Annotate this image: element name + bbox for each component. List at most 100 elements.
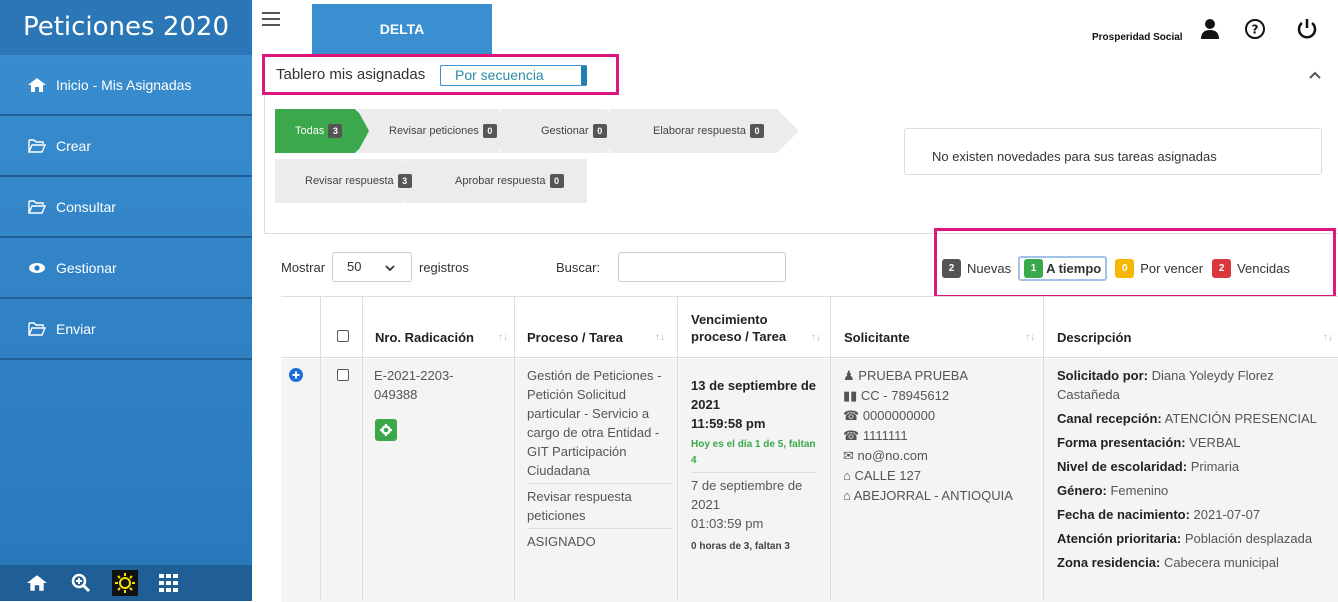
- solicitante-telefono: 0000000000: [862, 408, 936, 423]
- legend-vencidas[interactable]: Vencidas: [1237, 261, 1290, 276]
- sidebar-item-crear[interactable]: Crear: [0, 116, 252, 177]
- step-revisar-respuesta[interactable]: Revisar respuesta 3: [275, 159, 425, 203]
- user-icon[interactable]: [1199, 18, 1221, 40]
- badge-atiempo: 1: [1024, 259, 1044, 278]
- home-icon: ⌂: [843, 468, 855, 483]
- badge-vencidas: 2: [1212, 259, 1232, 278]
- cell-radicacion[interactable]: E-2021-2203-049388: [374, 366, 474, 404]
- header-solicitante[interactable]: Solicitante: [844, 330, 910, 345]
- records-label: registros: [419, 260, 469, 275]
- hamburger-menu-icon[interactable]: [262, 12, 280, 26]
- power-icon[interactable]: [1296, 18, 1318, 40]
- notifications-panel: No existen novedades para sus tareas asi…: [904, 128, 1322, 175]
- sidebar-item-inicio[interactable]: Inicio - Mis Asignadas: [0, 55, 252, 116]
- sidebar-item-label: Crear: [56, 137, 92, 154]
- sort-icon[interactable]: ↑↓: [655, 332, 665, 343]
- table-row: E-2021-2203-049388 Gestión de Peticiones…: [281, 359, 1338, 602]
- desc-value: Cabecera municipal: [1163, 555, 1279, 570]
- step-elaborar-respuesta[interactable]: Elaborar respuesta 0: [609, 109, 799, 153]
- step-count: 0: [593, 124, 607, 138]
- home-icon: [28, 77, 46, 92]
- solicitante-celular: 1111111: [862, 428, 908, 443]
- sun-icon[interactable]: [112, 570, 138, 596]
- step-label: Todas: [295, 125, 325, 137]
- sort-icon[interactable]: ↑↓: [811, 332, 821, 343]
- step-count: 3: [328, 124, 342, 138]
- page-size-select[interactable]: 50: [332, 252, 412, 282]
- legend-atiempo[interactable]: 1A tiempo: [1018, 256, 1108, 281]
- step-count: 0: [549, 174, 564, 188]
- top-bar: DELTA Prosperidad Social ?: [252, 0, 1338, 56]
- solicitante-nombre: PRUEBA PRUEBA: [858, 368, 969, 383]
- step-count: 0: [483, 124, 497, 138]
- phone-icon: ☎: [843, 428, 863, 443]
- step-label: Gestionar: [541, 125, 589, 137]
- legend-nuevas[interactable]: Nuevas: [967, 261, 1011, 276]
- sidebar-item-consultar[interactable]: Consultar: [0, 177, 252, 238]
- desc-key: Fecha de nacimiento:: [1057, 507, 1190, 522]
- sidebar-item-label: Inicio - Mis Asignadas: [56, 76, 192, 93]
- search-label: Buscar:: [556, 260, 601, 275]
- desc-key: Canal recepción:: [1057, 411, 1162, 426]
- venc-proceso-hora: 11:59:58 pm: [691, 416, 766, 431]
- table-header: Nro. Radicación ↑↓ Proceso / Tarea ↑↓ Ve…: [281, 297, 1338, 358]
- sidebar-item-label: Enviar: [56, 320, 96, 337]
- svg-text:?: ?: [1252, 23, 1259, 37]
- desc-key: Forma presentación:: [1057, 435, 1186, 450]
- sidebar: Peticiones 2020 Inicio - Mis Asignadas C…: [0, 0, 252, 601]
- desc-value: Femenino: [1110, 483, 1169, 498]
- badge-porvencer: 0: [1115, 259, 1135, 278]
- eye-icon: [29, 262, 45, 273]
- chevron-down-icon: [385, 265, 395, 272]
- desc-key: Atención prioritaria:: [1057, 531, 1182, 546]
- chevron-up-icon[interactable]: [1308, 68, 1322, 82]
- phone-icon: ☎: [843, 408, 863, 423]
- sort-icon[interactable]: ↑↓: [498, 332, 508, 343]
- sidebar-item-label: Gestionar: [56, 259, 117, 276]
- mode-toggle[interactable]: Por secuencia: [440, 65, 587, 86]
- assignments-table: Nro. Radicación ↑↓ Proceso / Tarea ↑↓ Ve…: [281, 296, 1338, 602]
- user-icon: ♟: [843, 368, 859, 383]
- desc-key: Solicitado por:: [1057, 368, 1148, 383]
- tab-delta[interactable]: DELTA: [312, 4, 492, 56]
- header-proceso[interactable]: Proceso / Tarea: [527, 330, 623, 345]
- header-descripcion[interactable]: Descripción: [1057, 330, 1131, 345]
- sort-icon[interactable]: ↑↓: [1323, 332, 1333, 343]
- desc-value: ATENCIÓN PRESENCIAL: [1164, 411, 1317, 426]
- venc-tarea-hora: 01:03:59 pm: [691, 516, 764, 531]
- step-aprobar-respuesta[interactable]: Aprobar respuesta 0: [405, 159, 587, 203]
- barcode-icon: ▮▮: [843, 388, 861, 403]
- legend-porvencer[interactable]: Por vencer: [1140, 261, 1203, 276]
- sidebar-bottom-toolbar: [0, 565, 252, 601]
- header-vencimiento[interactable]: Vencimiento proceso / Tarea: [691, 311, 811, 345]
- desc-key: Género:: [1057, 483, 1107, 498]
- desc-value: Población desplazada: [1184, 531, 1313, 546]
- sidebar-item-enviar[interactable]: Enviar: [0, 299, 252, 360]
- row-checkbox[interactable]: [337, 369, 349, 381]
- help-icon[interactable]: ?: [1244, 18, 1266, 40]
- cell-vencimiento: 13 de septiembre de 2021 11:59:58 pm Hoy…: [691, 376, 816, 556]
- sort-icon[interactable]: ↑↓: [1025, 332, 1035, 343]
- page-size-value: 50: [347, 259, 362, 274]
- organization-name: Prosperidad Social: [1092, 32, 1183, 43]
- home-icon[interactable]: [24, 570, 50, 596]
- grid-icon[interactable]: [156, 570, 182, 596]
- header-radicacion[interactable]: Nro. Radicación: [375, 330, 474, 345]
- zoom-in-icon[interactable]: [68, 570, 94, 596]
- venc-tarea-fecha: 7 de septiembre de 2021: [691, 478, 803, 512]
- solicitante-municipio: ABEJORRAL - ANTIOQUIA: [853, 488, 1013, 503]
- step-label: Revisar peticiones: [389, 125, 479, 137]
- expand-row-icon[interactable]: [289, 368, 303, 382]
- solicitante-documento: CC - 78945612: [860, 388, 950, 403]
- badge-nuevas: 2: [942, 259, 961, 278]
- search-input[interactable]: [618, 252, 786, 282]
- step-revisar-peticiones[interactable]: Revisar peticiones 0: [357, 109, 519, 153]
- step-gestionar[interactable]: Gestionar 0: [499, 109, 629, 153]
- sidebar-item-gestionar[interactable]: Gestionar: [0, 238, 252, 299]
- gear-icon[interactable]: [375, 419, 397, 441]
- select-all-checkbox[interactable]: [337, 330, 349, 342]
- cell-proceso: Gestión de Peticiones - Petición Solicit…: [527, 366, 672, 551]
- solicitante-direccion: CALLE 127: [854, 468, 921, 483]
- step-label: Aprobar respuesta: [455, 175, 546, 187]
- folder-open-icon: [28, 138, 46, 153]
